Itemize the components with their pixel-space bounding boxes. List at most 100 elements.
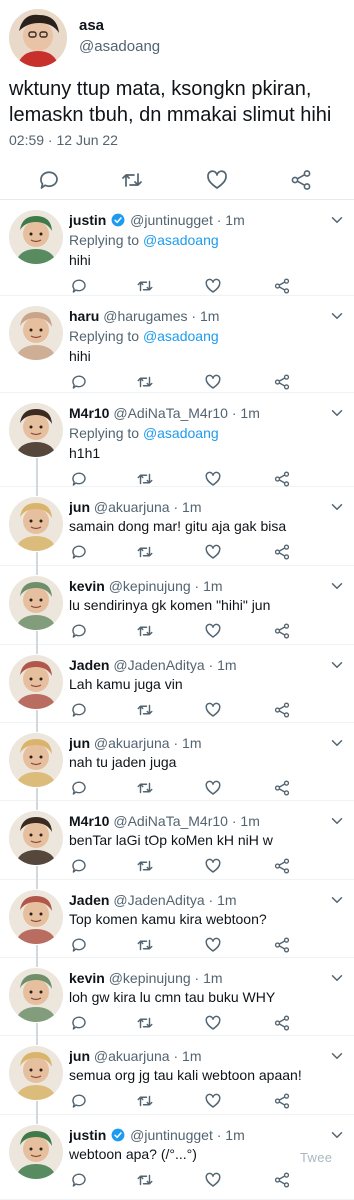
- handle[interactable]: @AdiNaTa_M4r10: [113, 405, 228, 421]
- heart-icon[interactable]: [204, 543, 222, 561]
- chevron-down-icon[interactable]: [328, 404, 346, 422]
- reply-icon[interactable]: [70, 1014, 88, 1032]
- reply-tweet[interactable]: justin @juntinugget · 1m Replying to @asa…: [0, 200, 354, 296]
- retweet-icon[interactable]: [136, 277, 154, 295]
- retweet-icon[interactable]: [136, 1014, 154, 1032]
- heart-icon[interactable]: [204, 1171, 222, 1189]
- reply-tweet[interactable]: jun @akuarjuna · 1m semua org jg tau kali…: [0, 1036, 354, 1115]
- retweet-icon[interactable]: [136, 543, 154, 561]
- reply-tweet[interactable]: haru @harugames · 1m Replying to @asadoan…: [0, 296, 354, 393]
- chevron-down-icon[interactable]: [328, 211, 346, 229]
- retweet-icon[interactable]: [136, 373, 154, 391]
- reply-icon[interactable]: [70, 779, 88, 797]
- reply-icon[interactable]: [70, 277, 88, 295]
- reply-tweet[interactable]: jun @akuarjuna · 1m nah tu jaden juga: [0, 723, 354, 801]
- reply-tweet[interactable]: Jaden @JadenAditya · 1m Top komen kamu ki…: [0, 880, 354, 958]
- reply-icon[interactable]: [70, 936, 88, 954]
- display-name[interactable]: haru: [69, 308, 99, 324]
- reply-tweet[interactable]: Jaden @JadenAditya · 1m Lah kamu juga vin: [0, 645, 354, 723]
- heart-icon[interactable]: [204, 779, 222, 797]
- handle[interactable]: @JadenAditya: [113, 657, 204, 673]
- display-name[interactable]: justin: [69, 212, 106, 228]
- timestamp[interactable]: 1m: [217, 892, 236, 908]
- chevron-down-icon[interactable]: [328, 1126, 346, 1144]
- avatar[interactable]: [9, 576, 63, 630]
- display-name[interactable]: jun: [69, 1048, 90, 1064]
- reply-tweet[interactable]: kevin @kepinujung · 1m lu sendirinya gk k…: [0, 566, 354, 645]
- share-icon[interactable]: [289, 168, 313, 192]
- heart-icon[interactable]: [205, 168, 229, 192]
- share-icon[interactable]: [273, 277, 291, 295]
- main-tweet-timestamp[interactable]: 02:59 · 12 Jun 22: [9, 132, 118, 148]
- main-handle[interactable]: @asadoang: [79, 38, 160, 55]
- handle[interactable]: @juntinugget: [130, 212, 213, 228]
- avatar[interactable]: [9, 403, 63, 457]
- retweet-icon[interactable]: [136, 470, 154, 488]
- retweet-icon[interactable]: [136, 779, 154, 797]
- main-display-name[interactable]: asa: [79, 17, 104, 34]
- retweet-icon[interactable]: [136, 622, 154, 640]
- timestamp[interactable]: 1m: [203, 578, 222, 594]
- share-icon[interactable]: [273, 1171, 291, 1189]
- chevron-down-icon[interactable]: [328, 577, 346, 595]
- display-name[interactable]: jun: [69, 735, 90, 751]
- retweet-icon[interactable]: [136, 1171, 154, 1189]
- chevron-down-icon[interactable]: [328, 891, 346, 909]
- handle[interactable]: @AdiNaTa_M4r10: [113, 813, 228, 829]
- retweet-icon[interactable]: [136, 701, 154, 719]
- avatar[interactable]: [9, 497, 63, 551]
- reply-icon[interactable]: [70, 701, 88, 719]
- reply-icon[interactable]: [70, 1092, 88, 1110]
- timestamp[interactable]: 1m: [217, 657, 236, 673]
- retweet-icon[interactable]: [136, 936, 154, 954]
- share-icon[interactable]: [273, 779, 291, 797]
- share-icon[interactable]: [273, 857, 291, 875]
- chevron-down-icon[interactable]: [328, 307, 346, 325]
- avatar[interactable]: [9, 733, 63, 787]
- retweet-icon[interactable]: [136, 857, 154, 875]
- avatar[interactable]: [9, 1125, 63, 1179]
- reply-icon[interactable]: [37, 168, 61, 192]
- heart-icon[interactable]: [204, 857, 222, 875]
- heart-icon[interactable]: [204, 1014, 222, 1032]
- reply-tweet[interactable]: jun @akuarjuna · 1m samain dong mar! gitu…: [0, 487, 354, 566]
- heart-icon[interactable]: [204, 470, 222, 488]
- share-icon[interactable]: [273, 373, 291, 391]
- avatar[interactable]: [9, 210, 63, 264]
- reply-icon[interactable]: [70, 857, 88, 875]
- handle[interactable]: @akuarjuna: [94, 735, 170, 751]
- reply-icon[interactable]: [70, 373, 88, 391]
- display-name[interactable]: M4r10: [69, 813, 109, 829]
- avatar[interactable]: [9, 811, 63, 865]
- share-icon[interactable]: [273, 622, 291, 640]
- reply-icon[interactable]: [70, 622, 88, 640]
- share-icon[interactable]: [273, 1092, 291, 1110]
- handle[interactable]: @kepinujung: [109, 578, 191, 594]
- main-avatar[interactable]: [9, 9, 67, 67]
- heart-icon[interactable]: [204, 936, 222, 954]
- chevron-down-icon[interactable]: [328, 812, 346, 830]
- reply-icon[interactable]: [70, 543, 88, 561]
- display-name[interactable]: justin: [69, 1127, 106, 1143]
- share-icon[interactable]: [273, 543, 291, 561]
- reply-icon[interactable]: [70, 470, 88, 488]
- handle[interactable]: @harugames: [103, 308, 187, 324]
- display-name[interactable]: kevin: [69, 970, 105, 986]
- timestamp[interactable]: 1m: [225, 212, 244, 228]
- reply-tweet[interactable]: kevin @kepinujung · 1m loh gw kira lu cmn…: [0, 958, 354, 1036]
- mention-link[interactable]: @asadoang: [143, 232, 219, 248]
- avatar[interactable]: [9, 890, 63, 944]
- share-icon[interactable]: [273, 470, 291, 488]
- heart-icon[interactable]: [204, 277, 222, 295]
- heart-icon[interactable]: [204, 373, 222, 391]
- heart-icon[interactable]: [204, 701, 222, 719]
- timestamp[interactable]: 1m: [182, 499, 201, 515]
- avatar[interactable]: [9, 655, 63, 709]
- heart-icon[interactable]: [204, 622, 222, 640]
- display-name[interactable]: Jaden: [69, 892, 109, 908]
- display-name[interactable]: jun: [69, 499, 90, 515]
- timestamp[interactable]: 1m: [240, 813, 259, 829]
- timestamp[interactable]: 1m: [203, 970, 222, 986]
- reply-icon[interactable]: [70, 1171, 88, 1189]
- display-name[interactable]: Jaden: [69, 657, 109, 673]
